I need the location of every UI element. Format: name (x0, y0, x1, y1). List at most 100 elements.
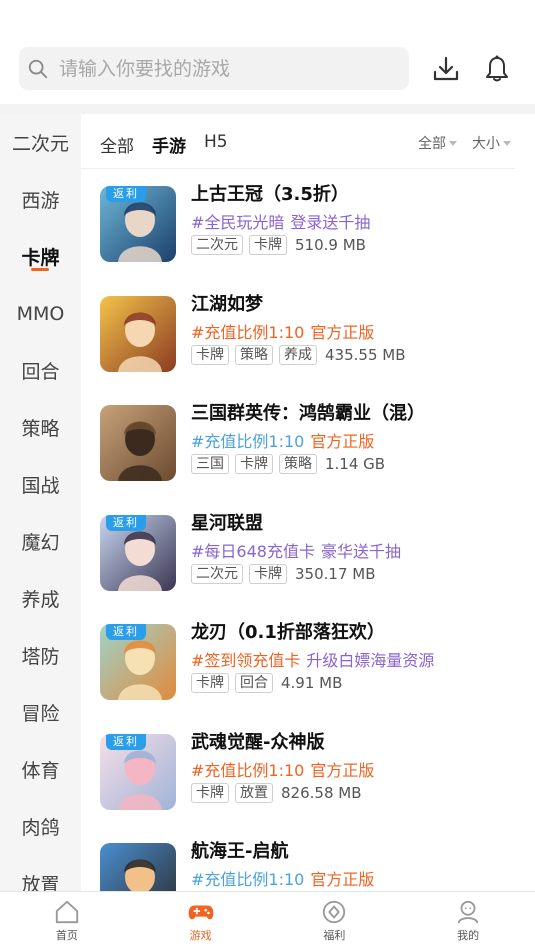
game-promo: #每日648充值卡 豪华送千抽 (191, 538, 401, 562)
game-icon[interactable] (100, 405, 176, 481)
nav-welfare[interactable]: 福利 (268, 892, 402, 951)
rebate-badge: 返利 (106, 624, 146, 640)
nav-home[interactable]: 首页 (0, 892, 134, 951)
promo-text: 官方正版 (310, 760, 375, 780)
sidebar-item-label: 卡牌 (21, 247, 60, 269)
sidebar-item-kapai[interactable]: 卡牌 (0, 228, 81, 285)
game-list-item[interactable]: 三国群英传：鸿鹄霸业（混） #充值比例1:10 官方正版 三国 卡牌 策略 1.14 GB (81, 388, 535, 498)
filter-dropdown-all[interactable]: 全部 (418, 133, 457, 153)
game-list-item[interactable]: 返利 武魂觉醒-众神版 #充值比例1:10 官方正版 卡牌 放置 826.58 MB (81, 717, 535, 827)
game-title[interactable]: 龙刃（0.1折部落狂欢） (191, 618, 385, 644)
sidebar-item-label: 国战 (21, 475, 60, 497)
game-size: 1.14 GB (325, 455, 386, 473)
game-tag: 策略 (235, 344, 273, 365)
sidebar-item-label: 养成 (21, 589, 60, 611)
game-title[interactable]: 航海王-启航 (191, 837, 288, 863)
game-tag: 二次元 (191, 563, 243, 584)
game-tag: 三国 (191, 454, 229, 474)
game-tag: 策略 (279, 454, 317, 474)
game-tag: 卡牌 (249, 235, 287, 255)
game-promo: #签到领充值卡 升级白嫖海量资源 (191, 647, 434, 671)
game-promo: #全民玩光暗 登录送千抽 (191, 209, 370, 233)
sidebar-item-mmo[interactable]: MMO (0, 285, 81, 342)
sidebar-item-label: 冒险 (21, 703, 60, 725)
sidebar-item-label: 放置 (21, 874, 60, 891)
sidebar-item-celue[interactable]: 策略 (0, 399, 81, 456)
download-icon[interactable] (431, 54, 461, 84)
game-tag: 卡牌 (191, 344, 229, 365)
promo-hashtag: #充值比例1:10 (191, 432, 305, 451)
sidebar-item-rouge[interactable]: 肉鸽 (0, 798, 81, 855)
rebate-badge: 返利 (106, 186, 146, 202)
sidebar-item-label: 二次元 (11, 133, 69, 155)
sidebar-item-label: 塔防 (21, 646, 60, 668)
game-icon[interactable]: 返利 (100, 186, 176, 262)
bell-icon[interactable] (482, 54, 512, 84)
nav-label: 游戏 (189, 929, 212, 942)
tab-all[interactable]: 全部 (100, 132, 134, 157)
game-title[interactable]: 星河联盟 (191, 509, 263, 535)
home-icon (55, 900, 79, 924)
game-icon[interactable]: 返利 (100, 624, 176, 700)
game-size: 826.58 MB (281, 783, 362, 802)
filter-bar: 全部 手游 H5 全部 大小 (81, 114, 515, 169)
sidebar-item-label: 肉鸽 (21, 817, 60, 839)
search-bar[interactable] (19, 47, 409, 90)
sidebar-item-mohuan[interactable]: 魔幻 (0, 513, 81, 570)
bottom-nav: 首页 游戏 福利 我的 (0, 891, 535, 951)
sidebar-item-yangcheng[interactable]: 养成 (0, 570, 81, 627)
chevron-down-icon (503, 140, 511, 146)
game-list: 返利 上古王冠（3.5折） #全民玩光暗 登录送千抽 二次元 卡牌 510.9 MB 江湖如梦… (81, 169, 535, 891)
game-icon[interactable] (100, 295, 176, 372)
game-tag: 卡牌 (235, 454, 273, 474)
nav-games[interactable]: 游戏 (134, 892, 268, 951)
game-list-item[interactable]: 返利 星河联盟 #每日648充值卡 豪华送千抽 二次元 卡牌 350.17 MB (81, 498, 535, 608)
search-icon (28, 59, 48, 78)
filter-dropdown-label: 大小 (472, 136, 500, 152)
rebate-badge: 返利 (106, 733, 146, 750)
sidebar-item-erciyuan[interactable]: 二次元 (0, 114, 81, 171)
sidebar-item-fangzhi[interactable]: 放置 (0, 855, 81, 891)
game-tag: 回合 (235, 673, 273, 693)
game-title[interactable]: 三国群英传：鸿鹄霸业（混） (191, 399, 425, 425)
game-list-item[interactable]: 返利 上古王冠（3.5折） #全民玩光暗 登录送千抽 二次元 卡牌 510.9 MB (81, 169, 535, 279)
game-meta: 三国 卡牌 策略 1.14 GB (191, 454, 385, 474)
promo-text: 升级白嫖海量资源 (306, 651, 435, 670)
nav-profile[interactable]: 我的 (401, 892, 535, 951)
filter-dropdown-label: 全部 (418, 136, 446, 152)
game-promo: #充值比例1:10 官方正版 (191, 866, 374, 890)
promo-hashtag: #签到领充值卡 (191, 651, 301, 670)
game-tag: 养成 (279, 344, 317, 365)
promo-hashtag: #充值比例1:10 (191, 870, 305, 889)
sidebar-item-label: 回合 (21, 361, 60, 383)
sidebar-item-tiyu[interactable]: 体育 (0, 741, 81, 798)
promo-text: 登录送千抽 (290, 213, 371, 232)
game-icon[interactable] (100, 843, 176, 891)
game-title[interactable]: 武魂觉醒-众神版 (191, 728, 324, 754)
sidebar-item-xiyou[interactable]: 西游 (0, 171, 81, 228)
game-title[interactable]: 上古王冠（3.5折） (191, 180, 349, 206)
sidebar-item-label: MMO (16, 302, 65, 325)
game-list-item[interactable]: 航海王-启航 #充值比例1:10 官方正版 (81, 826, 535, 891)
game-meta: 二次元 卡牌 350.17 MB (191, 563, 376, 584)
nav-label: 我的 (457, 929, 480, 942)
header (0, 0, 535, 104)
game-list-item[interactable]: 江湖如梦 #充值比例1:10 官方正版 卡牌 策略 养成 435.55 MB (81, 279, 535, 389)
sidebar-item-guozhan[interactable]: 国战 (0, 456, 81, 513)
sidebar-item-tafang[interactable]: 塔防 (0, 627, 81, 684)
tab-mobile[interactable]: 手游 (152, 132, 186, 157)
tab-h5[interactable]: H5 (204, 132, 228, 152)
game-icon[interactable]: 返利 (100, 733, 176, 810)
game-title[interactable]: 江湖如梦 (191, 290, 263, 316)
sidebar-item-maoxian[interactable]: 冒险 (0, 684, 81, 741)
game-list-item[interactable]: 返利 龙刃（0.1折部落狂欢） #签到领充值卡 升级白嫖海量资源 卡牌 回合 4.91 MB (81, 607, 535, 717)
profile-icon (457, 900, 479, 924)
chevron-down-icon (449, 140, 457, 146)
filter-dropdown-size[interactable]: 大小 (472, 133, 511, 153)
sidebar-item-huihe[interactable]: 回合 (0, 342, 81, 399)
game-meta: 卡牌 回合 4.91 MB (191, 673, 342, 693)
welfare-icon (323, 900, 346, 924)
game-promo: #充值比例1:10 官方正版 (191, 319, 374, 343)
game-icon[interactable]: 返利 (100, 514, 176, 591)
search-input[interactable] (59, 57, 379, 80)
